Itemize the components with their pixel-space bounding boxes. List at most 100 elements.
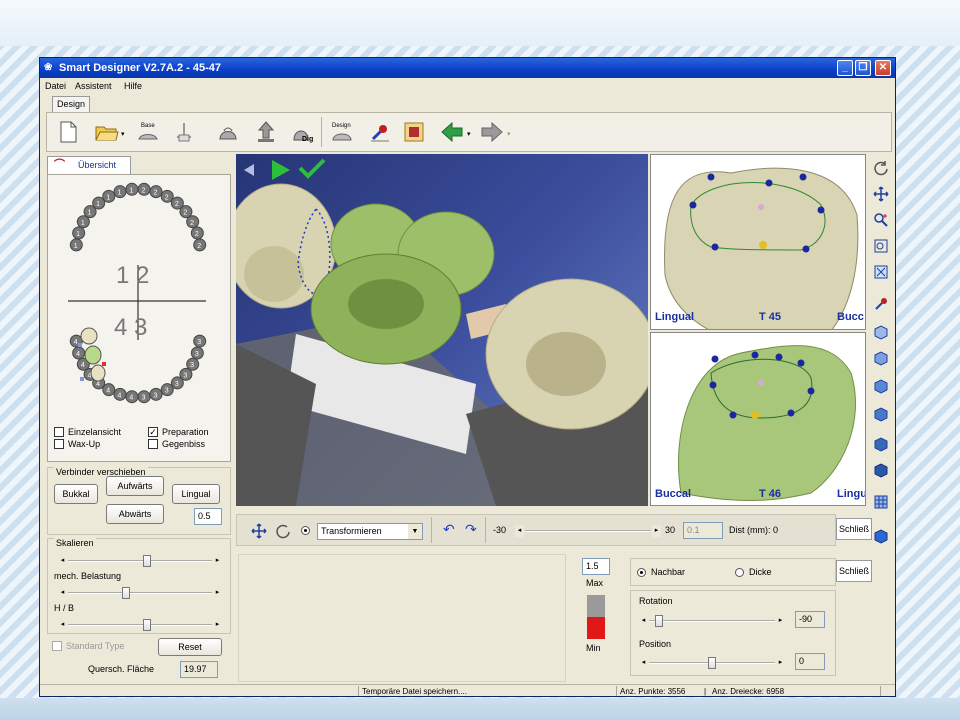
upload-button[interactable] [251,117,281,147]
tool-view-button[interactable] [871,294,891,314]
bukkal-button[interactable]: Bukkal [54,484,98,504]
undo-icon[interactable]: ↶ [443,521,455,538]
side-tab-close-1[interactable]: Schließ [836,518,872,540]
scan-button[interactable] [213,117,243,147]
menu-hilfe[interactable]: Hilfe [124,81,142,91]
main-3d-viewport[interactable] [236,154,648,506]
view-tooth-45[interactable]: Lingual T 45 Bucc [650,154,866,330]
prev-arrow-icon[interactable] [244,164,254,176]
forward-dropdown-icon[interactable]: ▾ [507,130,511,138]
checkmark-icon[interactable] [298,158,326,179]
zoom-view-button[interactable] [871,210,891,230]
range-value-field[interactable]: 0.1 [683,522,723,539]
axis-button[interactable] [169,117,199,147]
mode-select[interactable]: Transformieren ▼ [317,523,423,540]
margin-point-pts-top-1[interactable] [765,179,773,187]
back-button[interactable] [437,117,467,147]
margin-point-pts-bottom-5[interactable] [807,387,815,395]
slider-thumb[interactable] [142,555,151,567]
view-front-button[interactable] [871,322,891,342]
redo-icon[interactable]: ↷ [465,521,477,538]
move-tool-icon[interactable] [251,523,267,539]
margin-point-pts-top-7[interactable] [758,204,764,210]
tools-button[interactable] [365,117,395,147]
scale-max-field[interactable]: 1.5 [582,558,610,575]
view-iso-button[interactable] [871,526,891,546]
open-folder-button[interactable] [91,117,121,147]
zoom-window-button[interactable] [871,236,891,256]
margin-point-pts-bottom-6[interactable] [729,411,737,419]
rotate-view-button[interactable] [871,158,891,178]
margin-point-pts-top-5[interactable] [711,243,719,251]
checkbox-gegenbiss[interactable]: Gegenbiss [148,439,205,449]
margin-point-pts-top-2[interactable] [799,173,807,181]
checkbox-einzelansicht-box[interactable] [54,427,64,437]
view-left-button[interactable] [871,376,891,396]
checkbox-preparation-box[interactable]: ✓ [148,427,158,437]
margin-point-pts-bottom-8[interactable] [758,380,764,386]
dig-button[interactable]: Dig [287,117,317,147]
pan-view-button[interactable] [871,184,891,204]
slider-thumb[interactable] [122,587,131,599]
position-slider[interactable]: ◂ ▸ [639,657,785,669]
checkbox-waxup[interactable]: Wax-Up [54,439,100,449]
margin-point-pts-bottom-1[interactable] [751,351,759,359]
tab-overview[interactable]: ⌒ Übersicht [47,156,131,174]
scale-slider[interactable]: ◂ ▸ [58,555,222,567]
side-tab-close-2[interactable]: Schließ [836,560,872,582]
rotation-thumb[interactable] [654,615,663,627]
rotation-value-field[interactable]: -90 [795,611,825,628]
fit-view-button[interactable] [871,262,891,282]
play-arrow-icon[interactable] [272,160,290,180]
close-button[interactable]: ✕ [875,60,891,76]
hb-slider[interactable]: ◂ ▸ [58,619,222,631]
standard-type-checkbox[interactable]: Standard Type [52,641,124,651]
checkbox-waxup-box[interactable] [54,439,64,449]
margin-point-pts-top-6[interactable] [802,245,810,253]
aufwaerts-button[interactable]: Aufwärts [106,476,164,496]
margin-point-pts-bottom-9[interactable] [751,411,759,419]
tooth-45-crown[interactable] [90,364,106,382]
mode-radio[interactable] [301,526,310,535]
view-right-button[interactable] [871,404,891,424]
chevron-down-icon[interactable]: ▼ [408,524,422,539]
grid-view-button[interactable] [871,492,891,512]
standard-type-box[interactable] [52,641,62,651]
margin-point-pts-bottom-0[interactable] [711,355,719,363]
view-top-button[interactable] [871,434,891,454]
mech-load-slider[interactable]: ◂ ▸ [58,587,222,599]
position-thumb[interactable] [708,657,716,669]
connector-step-field[interactable]: 0.5 [194,508,222,525]
frame-button[interactable] [399,117,429,147]
margin-point-pts-top-4[interactable] [817,206,825,214]
slider-thumb[interactable] [142,619,151,631]
base-button[interactable]: Base [133,117,163,147]
margin-point-pts-top-3[interactable] [689,201,697,209]
view-back-button[interactable] [871,348,891,368]
menu-assistent[interactable]: Assistent [75,81,112,91]
tooth-46-pontic[interactable] [84,345,102,365]
open-folder-dropdown-icon[interactable]: ▾ [121,130,125,138]
radio-nachbar[interactable] [637,568,646,577]
new-file-button[interactable] [53,117,83,147]
maximize-button[interactable]: ❐ [855,60,871,76]
checkbox-preparation[interactable]: ✓ Preparation [148,427,209,437]
margin-point-pts-bottom-4[interactable] [709,381,717,389]
rotation-slider[interactable]: ◂ ▸ [639,615,785,627]
checkbox-einzelansicht[interactable]: Einzelansicht [54,427,121,437]
tab-design[interactable]: Design [52,96,90,112]
view-bottom-button[interactable] [871,460,891,480]
design-button[interactable]: Design [327,117,357,147]
reset-button[interactable]: Reset [158,638,222,656]
lingual-button[interactable]: Lingual [172,484,220,504]
view-tooth-46[interactable]: Buccal T 46 Lingu [650,332,866,506]
forward-button[interactable] [477,117,507,147]
back-dropdown-icon[interactable]: ▾ [467,130,471,138]
minimize-button[interactable]: _ [837,60,853,76]
margin-point-pts-top-0[interactable] [707,173,715,181]
checkbox-gegenbiss-box[interactable] [148,439,158,449]
margin-point-pts-top-8[interactable] [759,241,767,249]
margin-point-pts-bottom-2[interactable] [775,353,783,361]
margin-point-pts-bottom-3[interactable] [797,359,805,367]
position-value-field[interactable]: 0 [795,653,825,670]
